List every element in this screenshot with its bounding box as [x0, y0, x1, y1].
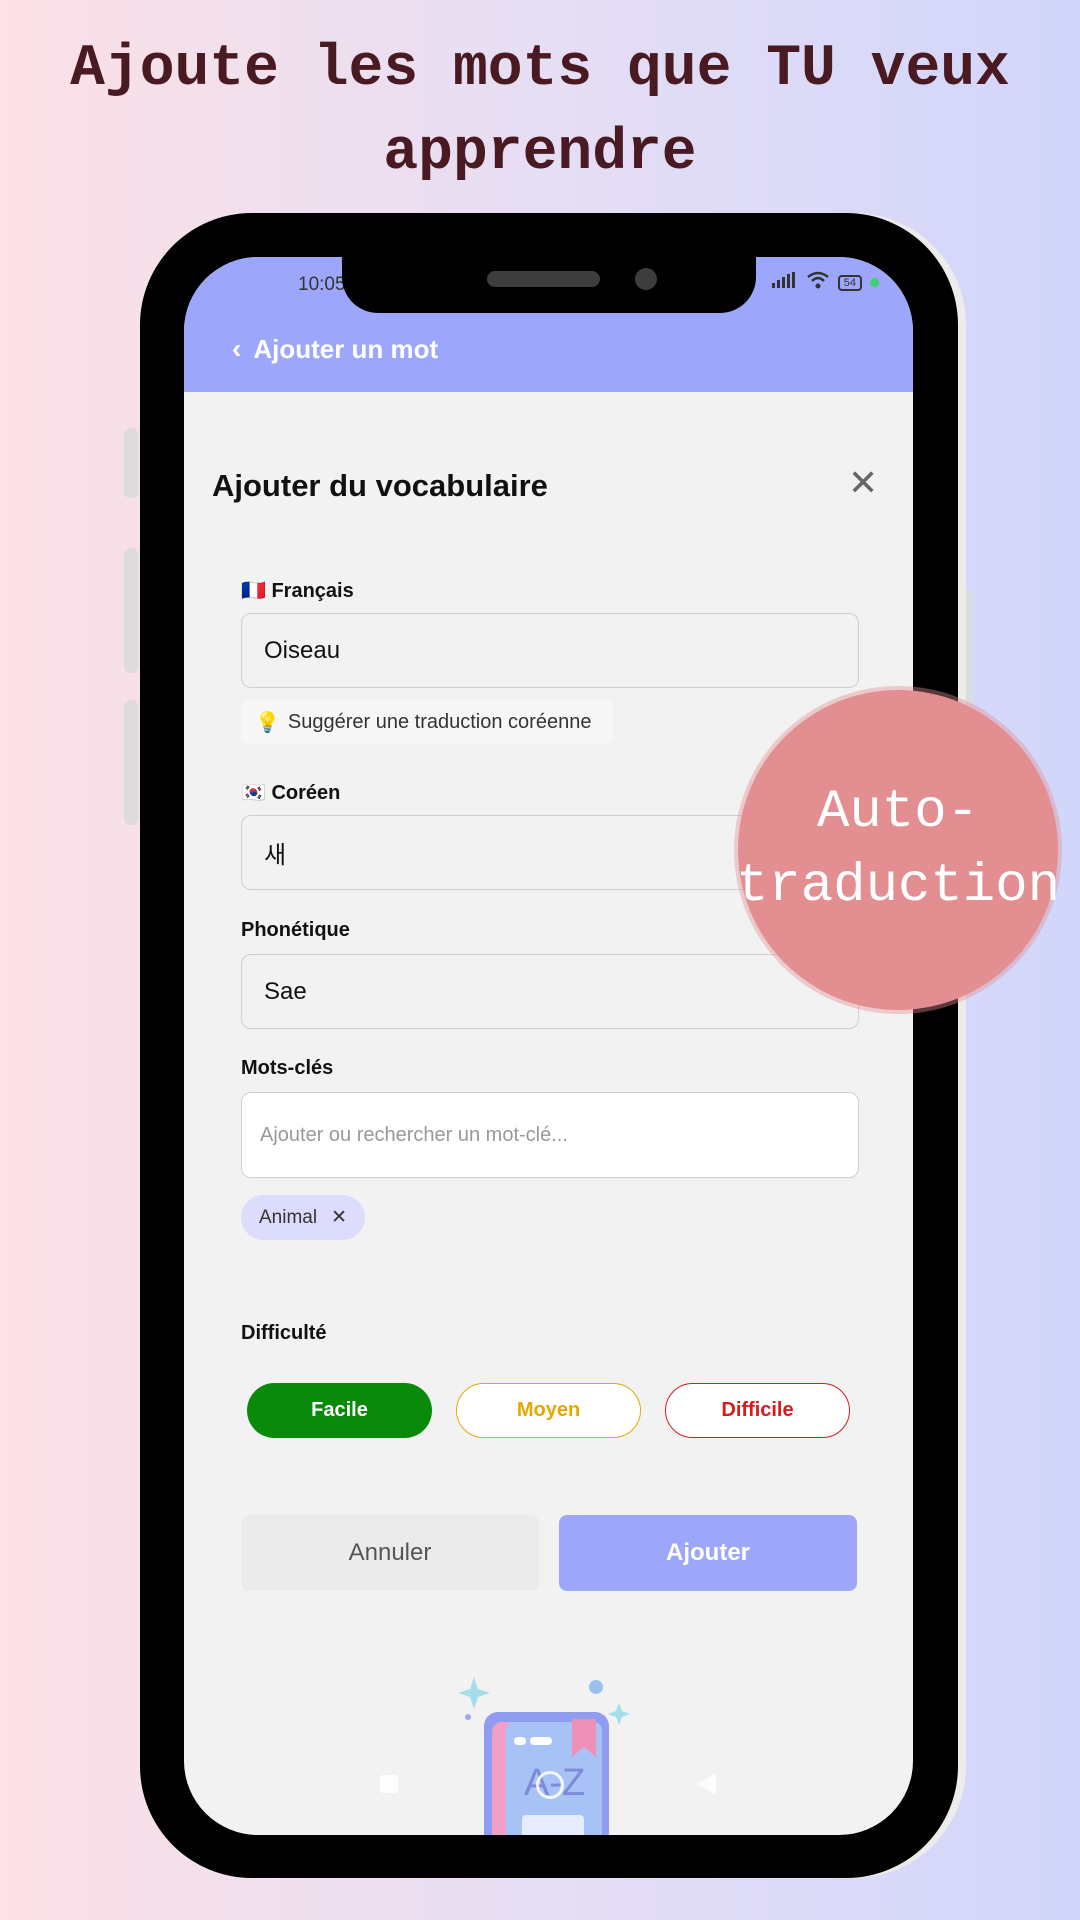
- status-dot-icon: [870, 278, 879, 287]
- auto-translation-badge: Auto- traduction: [735, 690, 1061, 1010]
- camera-icon: [635, 268, 657, 290]
- difficulty-moyen-button[interactable]: Moyen: [456, 1383, 641, 1438]
- status-time: 10:05: [298, 274, 346, 295]
- cancel-label: Annuler: [348, 1539, 432, 1566]
- phonetic-label: Phonétique: [241, 919, 350, 941]
- difficulty-difficile-button[interactable]: Difficile: [665, 1383, 850, 1438]
- suggest-translation-button[interactable]: 💡 Suggérer une traduction coréenne: [241, 700, 613, 744]
- phone-screen: 10:05 54 ‹ Ajouter un mot Ajouter du voc…: [184, 257, 913, 1835]
- cancel-button[interactable]: Annuler: [241, 1515, 539, 1591]
- phone-side-button: [124, 548, 138, 673]
- keywords-placeholder: Ajouter ou rechercher un mot-clé...: [260, 1123, 568, 1146]
- headline-line1: Ajoute les mots que TU veux: [70, 37, 1010, 102]
- badge-line2: traduction: [735, 856, 1061, 917]
- korea-flag-icon: 🇰🇷: [241, 782, 266, 804]
- suggest-text: Suggérer une traduction coréenne: [287, 710, 592, 733]
- remove-chip-icon[interactable]: ✕: [331, 1206, 347, 1229]
- keywords-input[interactable]: Ajouter ou rechercher un mot-clé...: [241, 1092, 859, 1178]
- sparkle-icon: [608, 1703, 630, 1725]
- speaker: [487, 271, 600, 287]
- difficulty-label: Difficulté: [241, 1322, 327, 1344]
- signal-icon: [771, 272, 798, 293]
- recents-nav-icon[interactable]: [380, 1775, 398, 1793]
- keyword-chip-label: Animal: [259, 1206, 318, 1228]
- phone-side-button: [124, 700, 138, 825]
- dot-icon: [465, 1714, 471, 1720]
- close-icon[interactable]: ✕: [848, 462, 878, 504]
- korean-label-text: Coréen: [271, 782, 341, 804]
- french-input-value: Oiseau: [264, 636, 341, 664]
- french-input[interactable]: Oiseau: [241, 613, 859, 688]
- korean-input-value: 새: [264, 842, 287, 869]
- back-button[interactable]: ‹ Ajouter un mot: [232, 333, 438, 365]
- chevron-left-icon: ‹: [232, 333, 242, 364]
- app-bar: 10:05 54 ‹ Ajouter un mot: [184, 257, 913, 392]
- sheet-title: Ajouter du vocabulaire: [212, 468, 548, 503]
- battery-icon: 54: [837, 274, 862, 291]
- status-icons: 54: [771, 271, 879, 294]
- difficulty-facile-button[interactable]: Facile: [247, 1383, 432, 1438]
- phone-side-button: [124, 428, 138, 498]
- difficulty-facile-label: Facile: [311, 1399, 368, 1421]
- keyword-chip[interactable]: Animal ✕: [241, 1195, 365, 1240]
- badge-line1: Auto-: [816, 782, 980, 843]
- app-bar-title: Ajouter un mot: [253, 333, 439, 364]
- french-label: 🇫🇷 Français: [241, 578, 354, 603]
- phonetic-input-value: Sae: [264, 977, 307, 1005]
- difficulty-difficile-label: Difficile: [721, 1399, 794, 1421]
- lightbulb-icon: 💡: [255, 711, 280, 734]
- dictionary-illustration: A-Z: [458, 1677, 630, 1835]
- add-label: Ajouter: [666, 1539, 750, 1566]
- wifi-icon: [806, 271, 830, 294]
- back-nav-icon[interactable]: [698, 1773, 716, 1795]
- add-button[interactable]: Ajouter: [559, 1515, 857, 1591]
- headline: Ajoute les mots que TU veux apprendre: [0, 28, 1080, 196]
- difficulty-moyen-label: Moyen: [516, 1399, 581, 1421]
- sparkle-icon: [458, 1677, 490, 1709]
- home-nav-icon[interactable]: [536, 1771, 564, 1799]
- phone-side-button: [958, 590, 972, 715]
- keywords-label: Mots-clés: [241, 1057, 334, 1079]
- notch: [342, 257, 756, 313]
- korean-label: 🇰🇷 Coréen: [241, 780, 340, 805]
- france-flag-icon: 🇫🇷: [241, 580, 266, 602]
- headline-line2: apprendre: [383, 121, 697, 186]
- phonetic-input[interactable]: Sae: [241, 954, 859, 1029]
- dot-icon: [589, 1680, 603, 1694]
- french-label-text: Français: [271, 580, 354, 602]
